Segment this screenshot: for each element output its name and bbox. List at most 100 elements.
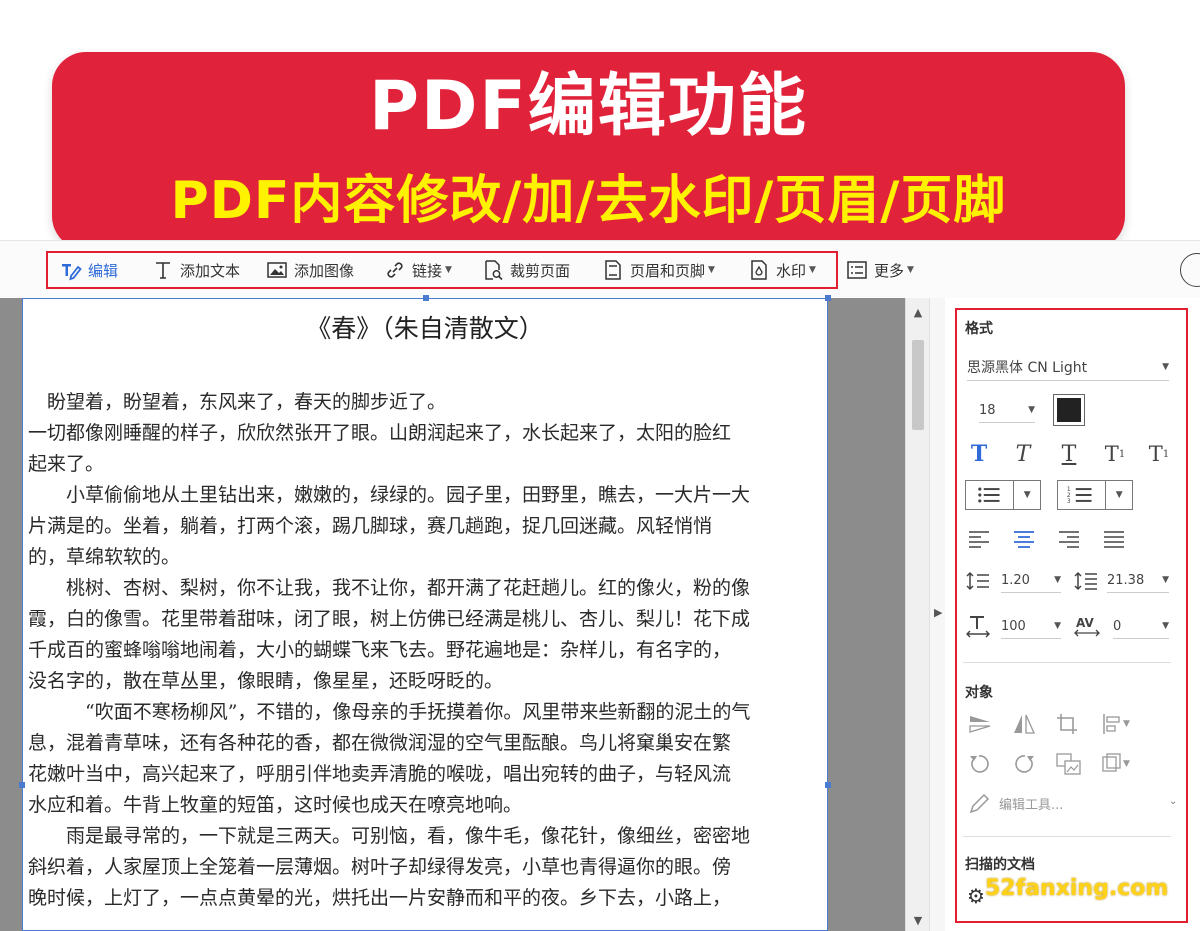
resize-handle[interactable] [19, 782, 25, 788]
image-icon [267, 262, 287, 278]
character-spacing-select[interactable]: 0 ▼ [1113, 614, 1169, 639]
font-family-select[interactable]: 思源黑体 CN Light ▼ [967, 354, 1169, 381]
rotate-right-icon[interactable] [1011, 752, 1037, 776]
replace-image-icon[interactable] [1055, 752, 1083, 776]
text-line[interactable]: 晚时候，上灯了，一点点黄晕的光，烘托出一片安静而和平的夜。乡下去，小路上， [28, 883, 827, 914]
tool-more-button[interactable]: 更多 ▼ [846, 258, 914, 282]
font-family-value: 思源黑体 CN Light [967, 360, 1088, 376]
edit-icon [62, 264, 82, 281]
crop-page-icon [485, 260, 503, 281]
text-icon [156, 262, 170, 279]
text-line[interactable]: “吹面不寒杨柳风”，不错的，像母亲的手抚摸着你。风里带来些新翻的泥土的气 [28, 697, 827, 728]
flip-horizontal-icon[interactable] [1011, 712, 1037, 736]
resize-handle[interactable] [825, 782, 831, 788]
panel-collapse-strip[interactable]: ▶ [929, 298, 946, 931]
underline-text-icon[interactable]: T [1055, 440, 1083, 468]
format-panel: 格式 思源黑体 CN Light ▼ 18 ▼ T T T T1 T1 ▼ 1 … [945, 298, 1200, 931]
text-color-fill [1057, 398, 1081, 422]
tool-edit-button[interactable]: 编辑 [60, 258, 118, 282]
superscript-icon[interactable]: T1 [1101, 440, 1129, 468]
tool-watermark-label: 水印 [776, 261, 807, 280]
text-line[interactable]: 盼望着，盼望着，东风来了，春天的脚步近了。 [28, 387, 827, 418]
chevron-down-icon: ▼ [1028, 405, 1035, 415]
text-line[interactable]: 霞，白的像雪。花里带着甜味，闭了眼，树上仿佛已经满是桃儿、杏儿、梨儿！花下成 [28, 604, 827, 635]
chevron-down-icon: ▼ [907, 265, 914, 275]
header-footer-icon [605, 260, 621, 280]
bullet-list-icon [978, 487, 1000, 503]
align-left-icon[interactable] [967, 528, 991, 550]
edit-tool-label[interactable]: 编辑工具... [999, 794, 1063, 813]
subscript-icon[interactable]: T1 [1145, 440, 1173, 468]
chevron-down-icon: ▼ [708, 265, 715, 275]
pencil-icon [969, 793, 990, 814]
tool-add-image-label: 添加图像 [294, 261, 355, 280]
tool-add-image-button[interactable]: 添加图像 [266, 258, 354, 282]
tool-crop-page-button[interactable]: 裁剪页面 [482, 258, 570, 282]
text-line[interactable]: 桃树、杏树、梨树，你不让我，我不让你，都开满了花赶趟儿。红的像火，粉的像 [28, 573, 827, 604]
paragraph-spacing-select[interactable]: 21.38 ▼ [1107, 568, 1169, 593]
site-watermark: 52fanxing.com [985, 876, 1169, 901]
tool-link-button[interactable]: 链接 ▼ [384, 258, 452, 282]
chevron-down-icon: ▼ [1123, 759, 1130, 769]
document-title[interactable]: 《春》（朱自清散文） [23, 309, 827, 345]
text-line[interactable]: 息，混着青草味，还有各种花的香，都在微微润湿的空气里酝酿。鸟儿将窠巢安在繁 [28, 728, 827, 759]
tool-header-footer-button[interactable]: 页眉和页脚 ▼ [602, 258, 715, 282]
text-line[interactable]: 千成百的蜜蜂嗡嗡地闹着，大小的蝴蝶飞来飞去。野花遍地是：杂样儿，有名字的， [28, 635, 827, 666]
bullet-list-control[interactable]: ▼ [965, 480, 1041, 510]
line-spacing-select[interactable]: 1.20 ▼ [1001, 568, 1061, 593]
panel-divider [963, 662, 1171, 663]
horizontal-scale-select[interactable]: 100 ▼ [1001, 614, 1061, 639]
arrange-dropdown[interactable]: ▼ [1101, 712, 1130, 736]
font-size-select[interactable]: 18 ▼ [979, 398, 1035, 423]
resize-handle[interactable] [825, 295, 831, 301]
flip-vertical-icon[interactable] [967, 712, 993, 736]
text-line[interactable]: 一切都像刚睡醒的样子，欣欣然张开了眼。山朗润起来了，水长起来了，太阳的脸红 [28, 418, 827, 449]
character-spacing-icon: AV [1074, 616, 1100, 637]
crop-icon[interactable] [1055, 712, 1081, 736]
chevron-down-icon: ▼ [445, 265, 452, 275]
font-size-value: 18 [979, 402, 996, 418]
text-line[interactable]: 没名字的，散在草丛里，像眼睛，像星星，还眨呀眨的。 [28, 666, 827, 697]
scroll-up-icon[interactable]: ▲ [906, 306, 930, 319]
chevron-down-icon[interactable]: ⌄ [1169, 796, 1177, 807]
scanned-doc-section-label: 扫描的文档 [965, 857, 1035, 873]
align-justify-icon[interactable] [1102, 528, 1126, 550]
text-line[interactable]: 斜织着，人家屋顶上全笼着一层薄烟。树叶子却绿得发亮，小草也青得逼你的眼。傍 [28, 852, 827, 883]
chevron-down-icon: ▼ [1054, 621, 1061, 631]
chevron-down-icon[interactable]: ▼ [1105, 481, 1132, 509]
text-line[interactable]: 片满是的。坐着，躺着，打两个滚，踢几脚球，赛几趟跑，捉几回迷藏。风轻悄悄 [28, 511, 827, 542]
numbered-list-control[interactable]: 1 2 3 ▼ [1057, 480, 1133, 510]
watermark-icon [751, 260, 767, 280]
text-color-picker[interactable] [1053, 394, 1085, 426]
profile-circle-button[interactable] [1180, 253, 1200, 287]
text-line[interactable]: 雨是最寻常的，一下就是三两天。可别恼，看，像牛毛，像花针，像细丝，密密地 [28, 821, 827, 852]
text-line[interactable]: 水应和着。牛背上牧童的短笛，这时候也成天在嘹亮地响。 [28, 790, 827, 821]
promo-banner: PDF编辑功能 PDF内容修改/加/去水印/页眉/页脚 [52, 52, 1125, 250]
rotate-left-icon[interactable] [967, 752, 993, 776]
text-line[interactable]: 的，草绵软软的。 [28, 542, 827, 573]
group-dropdown[interactable]: ▼ [1101, 752, 1130, 776]
chevron-down-icon[interactable]: ▼ [1013, 481, 1040, 509]
chevron-right-icon[interactable]: ▶ [934, 606, 942, 619]
tool-watermark-button[interactable]: 水印 ▼ [748, 258, 816, 282]
line-spacing-value: 1.20 [1001, 572, 1030, 588]
scroll-thumb[interactable] [912, 340, 924, 430]
paragraph-spacing-value: 21.38 [1107, 572, 1145, 588]
italic-text-icon[interactable]: T [1009, 440, 1037, 468]
vertical-scrollbar[interactable]: ▲ ▼ [905, 298, 930, 931]
align-right-icon[interactable] [1057, 528, 1081, 550]
text-line[interactable]: 起来了。 [28, 449, 827, 480]
settings-gear-icon[interactable]: ⚙ [967, 884, 985, 908]
pdf-page[interactable]: 《春》（朱自清散文） 盼望着，盼望着，东风来了，春天的脚步近了。 一切都像刚睡醒… [22, 298, 828, 931]
format-section-label: 格式 [965, 321, 993, 337]
document-body[interactable]: 盼望着，盼望着，东风来了，春天的脚步近了。 一切都像刚睡醒的样子，欣欣然张开了眼… [28, 387, 827, 914]
align-center-icon[interactable] [1012, 528, 1036, 550]
bold-text-icon[interactable]: T [965, 440, 993, 468]
text-line[interactable]: 花嫩叶当中，高兴起来了，呼朋引伴地卖弄清脆的喉咙，唱出宛转的曲子，与轻风流 [28, 759, 827, 790]
resize-handle[interactable] [423, 295, 429, 301]
edit-toolbar: 编辑 添加文本 添加图像 链接 ▼ 裁剪页面 页眉和页脚 ▼ 水印 ▼ 更多 ▼ [0, 240, 1200, 300]
scroll-down-icon[interactable]: ▼ [906, 914, 930, 927]
tool-add-text-button[interactable]: 添加文本 [152, 258, 240, 282]
svg-text:3: 3 [1067, 499, 1071, 505]
text-line[interactable]: 小草偷偷地从土里钻出来，嫩嫩的，绿绿的。园子里，田野里，瞧去，一大片一大 [28, 480, 827, 511]
